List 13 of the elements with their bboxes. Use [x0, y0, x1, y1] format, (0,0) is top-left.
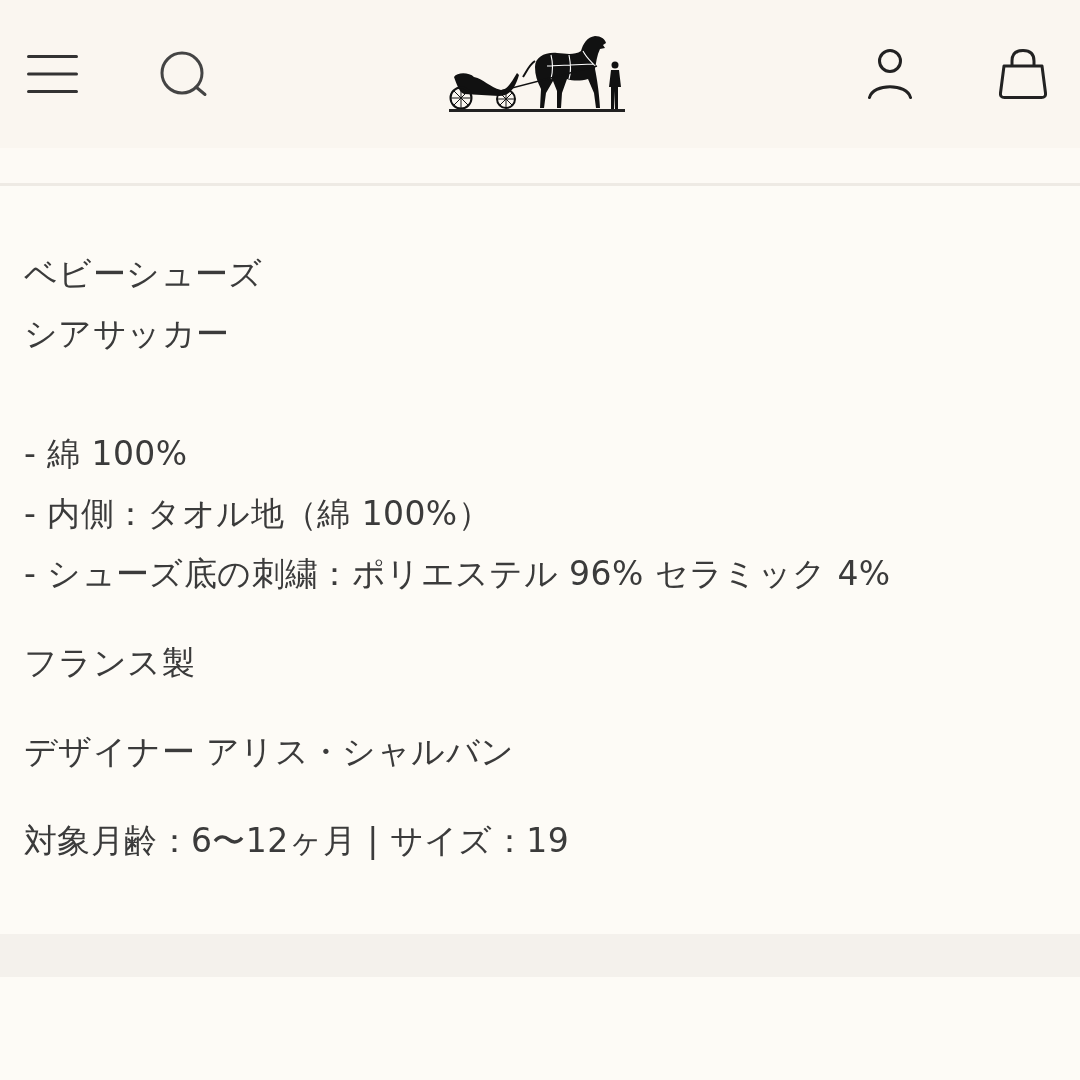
designer-text: デザイナー アリス・シャルバン — [24, 731, 515, 773]
size-spec-text: 対象月齢：6〜12ヶ月 | サイズ：19 — [24, 820, 570, 862]
origin-text: フランス製 — [24, 642, 195, 684]
search-icon[interactable] — [160, 51, 208, 97]
composition-line: - シューズ底の刺繍：ポリエステル 96% セラミック 4% — [24, 553, 891, 595]
horse-carriage-logo[interactable] — [449, 35, 625, 115]
shopping-bag-icon[interactable] — [999, 49, 1047, 99]
composition-line: - 内側：タオル地（綿 100%） — [24, 493, 492, 535]
menu-icon[interactable] — [27, 55, 78, 93]
product-name: ベビーシューズ — [24, 253, 263, 295]
user-icon[interactable] — [868, 49, 912, 99]
composition-line: - 綿 100% — [24, 433, 188, 475]
material-name: シアサッカー — [24, 313, 230, 355]
